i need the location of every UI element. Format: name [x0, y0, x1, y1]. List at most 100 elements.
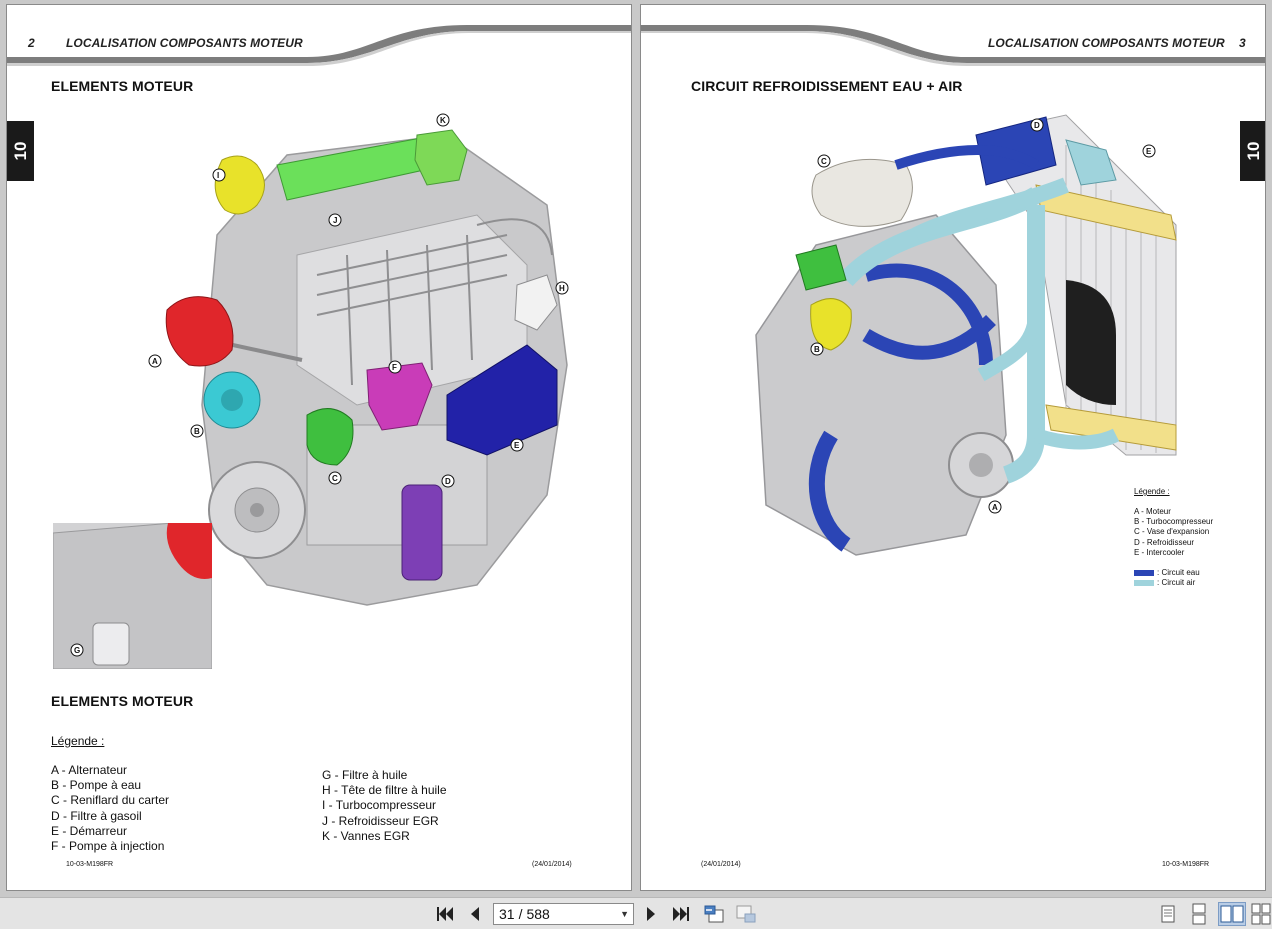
air-circuit-swatch — [1134, 579, 1154, 586]
header-title: LOCALISATION COMPOSANTS MOTEUR — [988, 36, 1225, 50]
svg-text:F: F — [392, 363, 397, 372]
viewer-toolbar: 31/588 ▼ — [0, 897, 1272, 929]
svg-text:E: E — [1146, 147, 1152, 156]
callout-a: A — [148, 354, 162, 368]
svg-text:E: E — [514, 441, 520, 450]
continuous-facing-view-button[interactable] — [1251, 902, 1271, 926]
single-page-view-icon — [1161, 905, 1175, 923]
legend-item: C - Reniflard du carter — [51, 793, 170, 808]
page-header: LOCALISATION COMPOSANTS MOTEUR 3 — [641, 5, 1265, 67]
continuous-view-icon — [1192, 903, 1206, 925]
legend-item: E - Démarreur — [51, 823, 128, 838]
section-title: ELEMENTS MOTEUR — [51, 78, 194, 94]
single-page-view-button[interactable] — [1156, 902, 1180, 926]
legend-item: C - Vase d'expansion — [1134, 527, 1210, 537]
callout-j: J — [328, 213, 342, 227]
legend-item: I - Turbocompresseur — [322, 798, 437, 813]
next-page-icon — [647, 907, 655, 921]
callout-d: D — [1030, 118, 1044, 132]
svg-text:D: D — [445, 477, 451, 486]
page-dropdown-icon[interactable]: ▼ — [620, 904, 629, 924]
total-pages: 588 — [526, 906, 550, 922]
legend-item: A - Alternateur — [51, 763, 128, 777]
legend-item: K - Vannes EGR — [322, 828, 410, 843]
callout-i: I — [212, 168, 226, 182]
legend-item: E - Intercooler — [1134, 547, 1185, 557]
legend-title: Légende : — [1134, 487, 1170, 496]
continuous-facing-view-icon — [1251, 903, 1271, 925]
callout-h: H — [555, 281, 569, 295]
last-page-button[interactable] — [669, 902, 693, 926]
legend-item: G - Filtre à huile — [322, 768, 408, 782]
previous-page-button[interactable] — [463, 902, 487, 926]
oil-filter-inset-figure: G — [53, 523, 212, 669]
svg-text:I: I — [217, 171, 219, 180]
previous-page-icon — [471, 907, 479, 921]
next-page-button[interactable] — [639, 902, 663, 926]
svg-text:A: A — [152, 357, 158, 366]
air-circuit-key: : Circuit air — [1134, 578, 1195, 587]
callout-c: C — [817, 154, 831, 168]
callout-f: F — [388, 360, 402, 374]
svg-text:C: C — [821, 157, 827, 166]
first-page-icon — [437, 907, 453, 921]
chapter-tab: 10 — [1240, 121, 1265, 181]
back-view-icon — [704, 905, 724, 923]
chapter-tab: 10 — [7, 121, 34, 181]
callout-a: A — [988, 500, 1002, 514]
svg-text:B: B — [814, 345, 820, 354]
svg-text:K: K — [440, 116, 446, 125]
cooling-circuit-figure: A B C D E — [755, 114, 1177, 556]
legend-column-2: G - Filtre à huile H - Tête de filtre à … — [322, 768, 447, 844]
callout-e: E — [1142, 144, 1156, 158]
legend-list: A - Moteur B - Turbocompresseur C - Vase… — [1134, 507, 1213, 558]
legend-item: F - Pompe à injection — [51, 839, 165, 854]
svg-text:H: H — [559, 284, 565, 293]
water-circuit-key: : Circuit eau — [1134, 568, 1200, 577]
legend-item: D - Refroidisseur — [1134, 537, 1195, 547]
left-page: 2 LOCALISATION COMPOSANTS MOTEUR 10 ELEM… — [6, 4, 632, 891]
callout-d: D — [441, 474, 455, 488]
right-page: LOCALISATION COMPOSANTS MOTEUR 3 10 CIRC… — [640, 4, 1266, 891]
engine-components-figure: A B C D E F H I J K — [148, 113, 569, 606]
back-view-button[interactable] — [702, 902, 726, 926]
svg-text:G: G — [74, 646, 80, 655]
footer-reference: 10-03-M198FR — [66, 861, 114, 868]
page-number: 2 — [28, 36, 35, 50]
footer-date: (24/01/2014) — [701, 861, 741, 868]
first-page-button[interactable] — [433, 902, 457, 926]
legend-item: B - Pompe à eau — [51, 778, 142, 793]
callout-c: C — [328, 471, 342, 485]
svg-text:C: C — [332, 474, 338, 483]
header-title: LOCALISATION COMPOSANTS MOTEUR — [66, 36, 303, 50]
legend-item: H - Tête de filtre à huile — [322, 783, 447, 798]
page-header: 2 LOCALISATION COMPOSANTS MOTEUR — [7, 5, 631, 67]
current-page: 31 — [499, 906, 515, 922]
svg-text:D: D — [1034, 121, 1040, 130]
legend-column-1: A - Alternateur B - Pompe à eau C - Reni… — [51, 763, 169, 854]
legend-item: B - Turbocompresseur — [1134, 517, 1214, 527]
legend-item: A - Moteur — [1134, 507, 1171, 516]
footer-date: (24/01/2014) — [532, 861, 572, 868]
continuous-view-button[interactable] — [1187, 902, 1211, 926]
last-page-icon — [673, 907, 689, 921]
legend-title: Légende : — [51, 734, 105, 748]
page-number: 3 — [1239, 36, 1246, 50]
callout-g: G — [70, 643, 84, 657]
facing-view-button[interactable] — [1218, 902, 1246, 926]
legend-item: D - Filtre à gasoil — [51, 808, 142, 823]
svg-text:J: J — [333, 216, 337, 225]
page-number-input[interactable]: 31/588 ▼ — [493, 903, 634, 925]
callout-e: E — [510, 438, 524, 452]
legend-item: J - Refroidisseur EGR — [322, 813, 439, 828]
callout-k: K — [436, 113, 450, 127]
callout-b: B — [190, 424, 204, 438]
svg-text:A: A — [992, 503, 998, 512]
pdf-viewer: 2 LOCALISATION COMPOSANTS MOTEUR 10 ELEM… — [0, 0, 1272, 929]
legend-section-title: ELEMENTS MOTEUR — [51, 693, 194, 709]
forward-view-button[interactable] — [734, 902, 758, 926]
forward-view-icon — [736, 905, 756, 923]
footer-reference: 10-03-M198FR — [1162, 861, 1210, 868]
page-separator: / — [518, 906, 523, 922]
svg-text:B: B — [194, 427, 200, 436]
